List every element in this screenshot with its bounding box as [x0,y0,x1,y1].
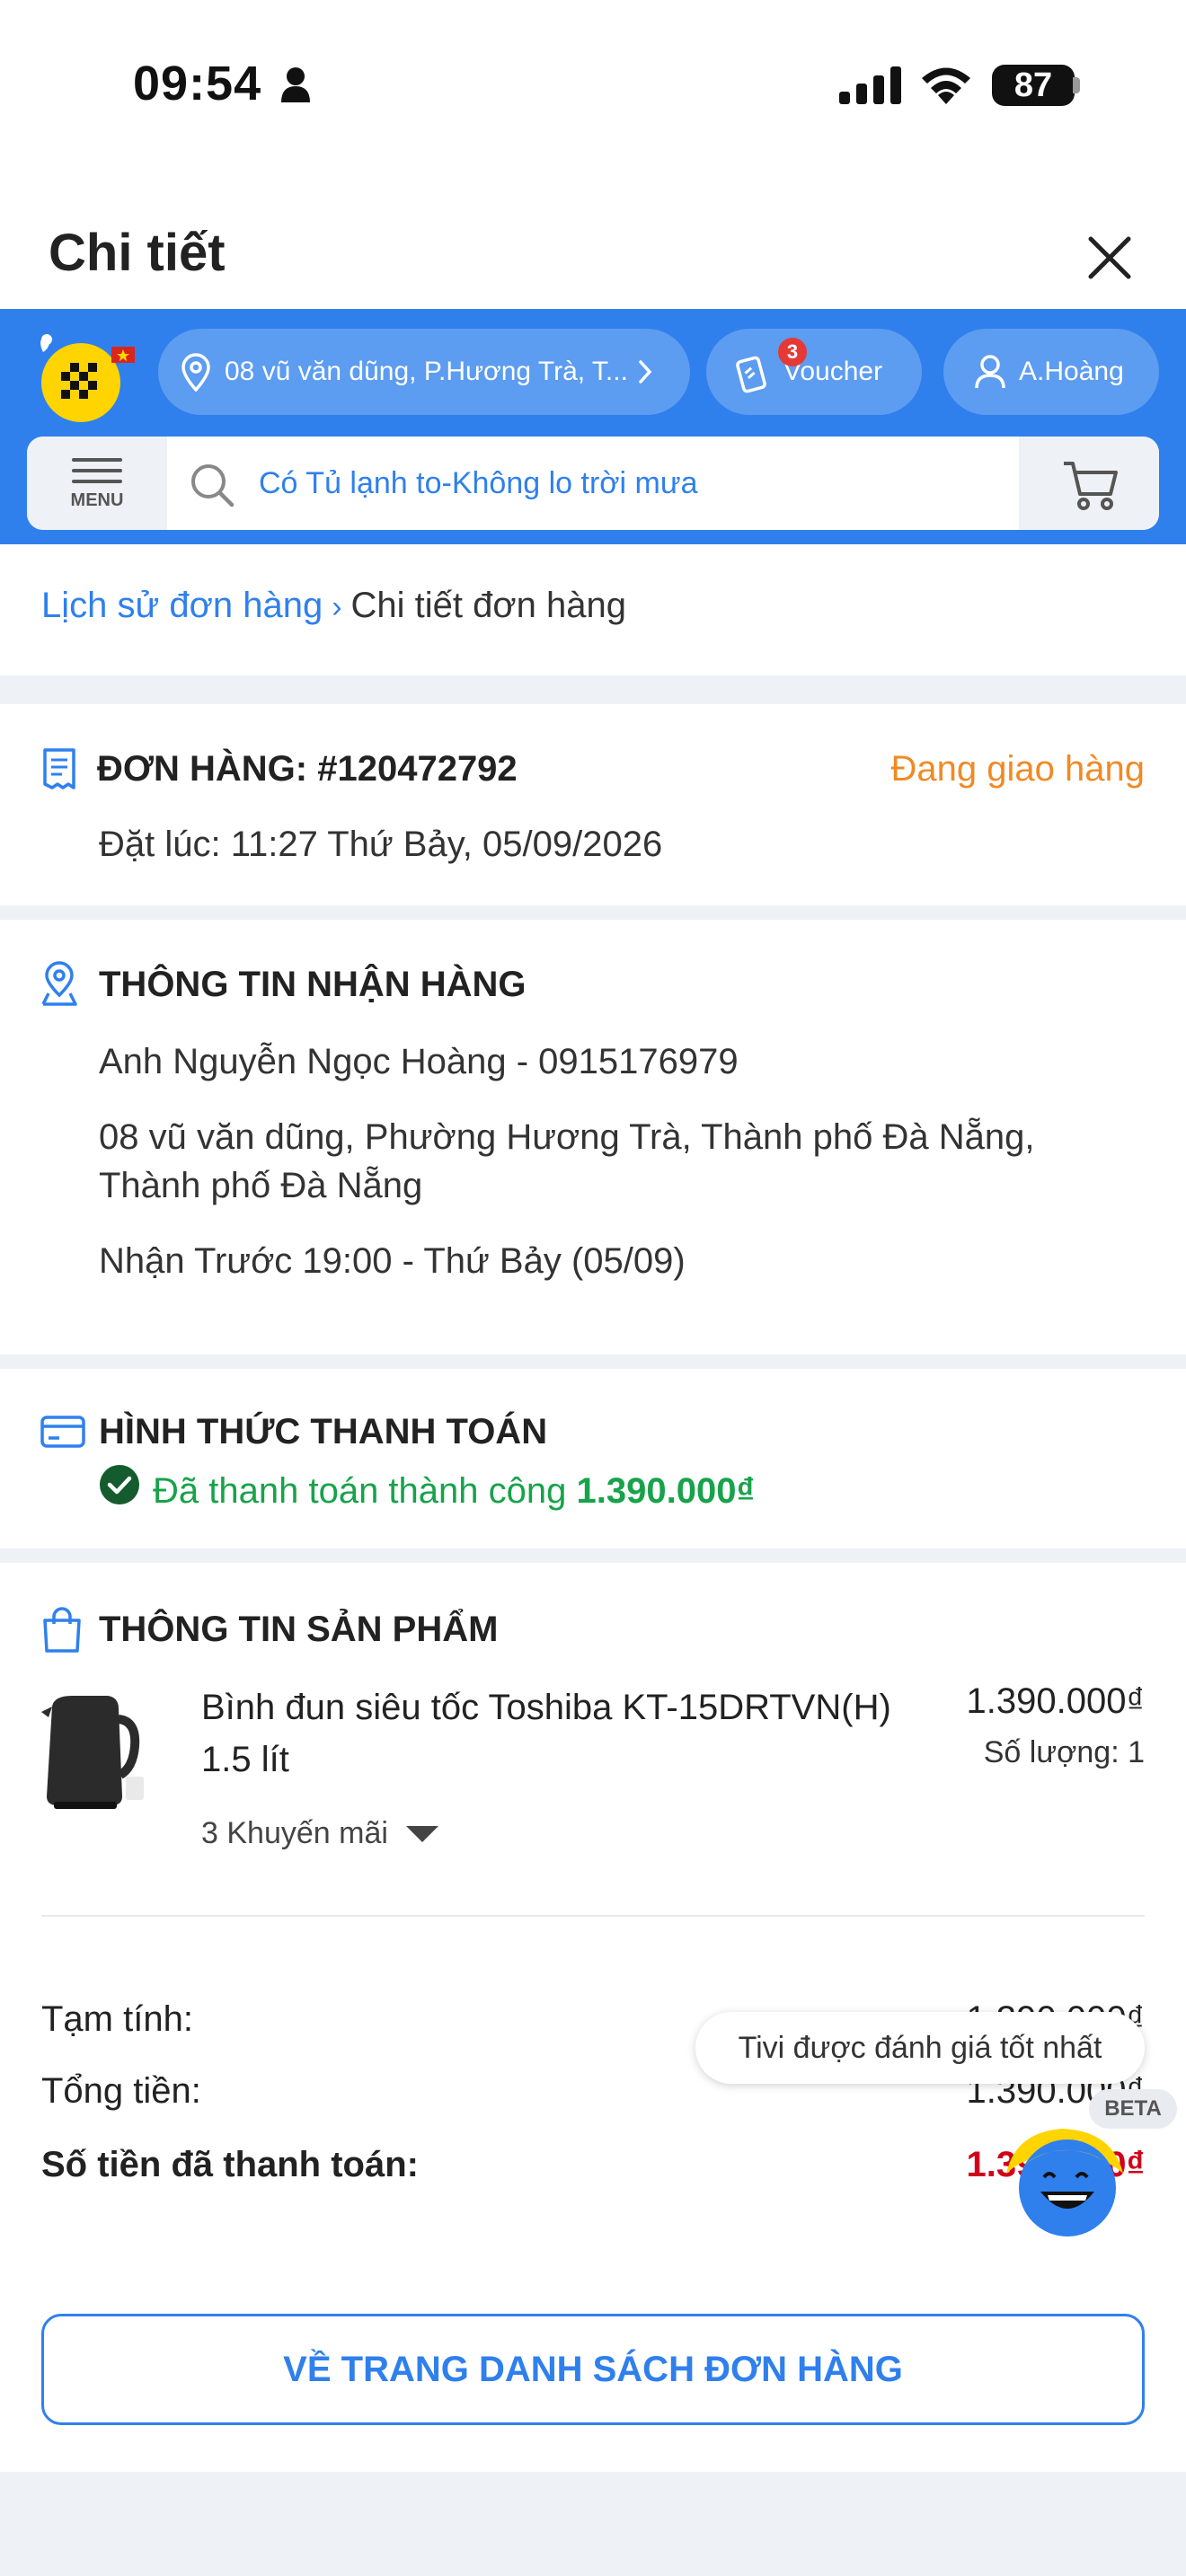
shipping-recipient: Anh Nguyễn Ngọc Hoàng - 0915176979 [99,1042,739,1081]
shipping-delivery-time: Nhận Trước 19:00 - Thứ Bảy (05/09) [99,1241,686,1281]
payment-status-text: Đã thanh toán thành công [153,1471,567,1511]
chevron-right-icon [639,360,652,384]
chat-suggestion-bubble[interactable]: Tivi được đánh giá tốt nhất [695,2012,1145,2084]
location-pin-icon [41,961,77,1006]
voucher-button[interactable]: 3 Voucher [706,329,922,415]
section-gap [0,1548,1186,1563]
product-name[interactable]: Bình đun siêu tốc Toshiba KT-15DRTVN(H) … [201,1681,938,1786]
product-section-title: THÔNG TIN SẢN PHẨM [99,1610,499,1649]
delivery-address-button[interactable]: 08 vũ văn dũng, P.Hương Trà, T... [158,329,690,415]
search-bar: MENU [27,437,1159,530]
voucher-ticket-icon [736,356,766,393]
total-label: Tổng tiền: [41,2071,201,2111]
order-placed-at: Đặt lúc: 11:27 Thứ Bảy, 05/09/2026 [99,825,663,864]
menu-button[interactable]: MENU [27,437,167,530]
order-card: ĐƠN HÀNG: #120472792 Đang giao hàng Đặt … [0,704,1186,905]
cart-button[interactable] [1019,437,1159,530]
sheet-header: Chi tiết [0,207,1186,305]
breadcrumb-separator: › [332,590,342,624]
chat-assistant-mascot-icon[interactable] [997,2120,1132,2238]
bottom-spacer [0,2472,1186,2576]
divider [41,1915,1145,1917]
cellular-signal-icon [839,66,901,104]
sheet-title: Chi tiết [49,224,226,282]
product-name-line2: 1.5 lít [201,1740,289,1779]
battery-tip [1073,77,1080,93]
section-gap [0,675,1186,704]
product-price: 1.390.000₫ [966,1681,1145,1721]
breadcrumb-order-history-link[interactable]: Lịch sử đơn hàng [41,586,323,625]
wifi-icon [922,67,970,104]
promotions-label: 3 Khuyến mãi [201,1816,388,1850]
section-gap [0,905,1186,920]
kettle-product-image[interactable] [36,1689,147,1814]
cart-icon [1064,462,1118,510]
check-circle-icon [100,1465,139,1504]
breadcrumb: Lịch sử đơn hàng › Chi tiết đơn hàng [41,586,626,626]
shopping-bag-icon [43,1607,81,1653]
payment-amount: 1.390.000₫ [576,1471,755,1511]
account-button[interactable]: A.Hoàng [943,329,1159,415]
status-bar: 09:54 87 [0,0,1186,171]
hamburger-icon [72,458,122,490]
section-gap [0,1354,1186,1369]
voucher-count-badge: 3 [778,338,807,366]
order-number: ĐƠN HÀNG: #120472792 [97,749,518,789]
search-icon [191,464,235,507]
credit-card-icon [40,1416,85,1448]
search-input[interactable] [259,437,1022,530]
paid-amount-label: Số tiền đã thanh toán: [41,2145,419,2184]
receipt-icon [43,748,75,790]
product-quantity: Số lượng: 1 [983,1735,1145,1769]
product-name-line1: Bình đun siêu tốc Toshiba KT-15DRTVN(H) [201,1688,891,1727]
person-icon [281,67,310,102]
close-icon[interactable] [1078,226,1141,289]
breadcrumb-current: Chi tiết đơn hàng [350,586,626,625]
battery-level: 87 [992,65,1075,106]
account-name: A.Hoàng [1019,357,1124,386]
user-icon [975,355,1005,389]
payment-status: Đã thanh toán thành công 1.390.000₫ [153,1471,755,1512]
shipping-section-title: THÔNG TIN NHẬN HÀNG [99,965,527,1004]
store-header: 08 vũ văn dũng, P.Hương Trà, T... 3 Vouc… [0,309,1186,544]
payment-section-title: HÌNH THỨC THANH TOÁN [99,1412,548,1451]
location-pin-icon [181,353,210,392]
status-time: 09:54 [133,57,262,110]
delivery-address-text: 08 vũ văn dũng, P.Hương Trà, T... [225,357,628,386]
menu-label: MENU [70,490,124,510]
order-status: Đang giao hàng [890,749,1145,789]
back-to-order-list-button[interactable]: VỀ TRANG DANH SÁCH ĐƠN HÀNG [41,2314,1145,2425]
subtotal-label: Tạm tính: [41,1999,193,2039]
shipping-info-card: THÔNG TIN NHẬN HÀNG Anh Nguyễn Ngọc Hoàn… [0,920,1186,1354]
caret-down-icon [405,1825,438,1842]
payment-card: HÌNH THỨC THANH TOÁN Đã thanh toán thành… [0,1369,1186,1548]
shipping-address-line1: 08 vũ văn dũng, Phường Hương Trà, Thành … [99,1117,1035,1157]
store-logo-icon[interactable] [25,327,142,426]
shipping-address-line2: Thành phố Đà Nẵng [99,1166,423,1205]
promotions-toggle[interactable]: 3 Khuyến mãi [201,1816,438,1851]
